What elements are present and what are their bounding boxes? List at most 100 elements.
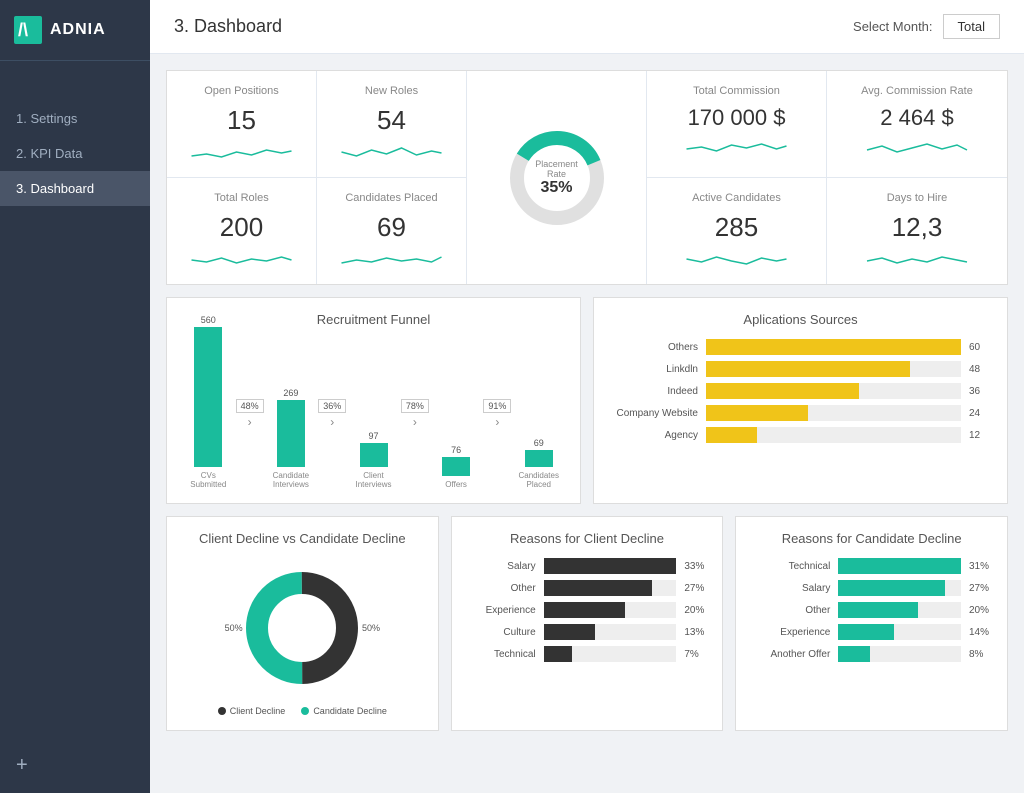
avg-commission-value: 2 464 $	[839, 105, 995, 131]
funnel-bar-offers: 76 Offers	[433, 445, 480, 489]
client-pct-label: 50%	[225, 623, 243, 633]
bottom-row: Client Decline vs Candidate Decline 50% …	[166, 516, 1008, 731]
candidate-decline-salary: Salary 27%	[750, 580, 993, 596]
logo-icon: /\	[14, 16, 42, 44]
candidate-decline-card: Reasons for Candidate Decline Technical …	[735, 516, 1008, 731]
open-positions-label: Open Positions	[179, 85, 304, 97]
placement-donut: Placement Rate 35%	[507, 128, 607, 228]
new-roles-value: 54	[329, 105, 454, 136]
new-roles-card: New Roles 54	[317, 71, 467, 178]
days-to-hire-sparkline	[839, 249, 995, 269]
total-roles-card: Total Roles 200	[167, 178, 317, 284]
page-title: 3. Dashboard	[174, 16, 282, 37]
decline-donut-svg	[242, 568, 362, 688]
svg-text:/\: /\	[18, 20, 28, 40]
funnel-bar-cvs: 560 CVs Submitted	[185, 315, 232, 489]
candidate-decline-experience: Experience 14%	[750, 624, 993, 640]
active-candidates-sparkline	[659, 249, 814, 269]
application-sources-title: Aplications Sources	[608, 312, 993, 327]
candidate-decline-title: Reasons for Candidate Decline	[750, 531, 993, 546]
avg-commission-sparkline	[839, 137, 995, 157]
recruitment-funnel-title: Recruitment Funnel	[181, 312, 566, 327]
candidate-decline-other: Other 20%	[750, 602, 993, 618]
placement-rate-card: Placement Rate 35%	[467, 71, 647, 284]
candidate-decline-bars: Technical 31% Salary 27% Other 20%	[750, 558, 993, 662]
application-sources-bars: Others 60 Linkdln 48 Indeed 36	[608, 339, 993, 443]
legend-candidate-dot	[301, 707, 309, 715]
new-roles-sparkline	[329, 142, 454, 162]
candidates-placed-card: Candidates Placed 69	[317, 178, 467, 284]
client-decline-experience: Experience 20%	[466, 602, 709, 618]
decline-donut-card: Client Decline vs Candidate Decline 50% …	[166, 516, 439, 731]
sidebar: /\ ADNIA 1. Settings 2. KPI Data 3. Dash…	[0, 0, 150, 793]
client-decline-technical: Technical 7%	[466, 646, 709, 662]
funnel-chart: 560 CVs Submitted 48% › 269 Candidate In…	[181, 339, 566, 489]
logo-text: ADNIA	[50, 21, 106, 39]
logo: /\ ADNIA	[0, 0, 150, 61]
legend-client-label: Client Decline	[230, 706, 286, 716]
candidates-placed-value: 69	[329, 212, 454, 243]
funnel-bar-placed: 69 Candidates Placed	[515, 438, 562, 489]
open-positions-value: 15	[179, 105, 304, 136]
open-positions-card: Open Positions 15	[167, 71, 317, 178]
sidebar-nav: 1. Settings 2. KPI Data 3. Dashboard	[0, 101, 150, 206]
source-row-agency: Agency 12	[608, 427, 993, 443]
funnel-arrow-4: 91% ›	[483, 399, 511, 429]
client-decline-culture: Culture 13%	[466, 624, 709, 640]
funnel-arrow-1: 48% ›	[236, 399, 264, 429]
legend-candidate-label: Candidate Decline	[313, 706, 387, 716]
main-content: 3. Dashboard Select Month: Total Open Po…	[150, 0, 1024, 793]
funnel-arrow-3: 78% ›	[401, 399, 429, 429]
candidate-pct-label: 50%	[362, 623, 380, 633]
client-decline-title: Reasons for Client Decline	[466, 531, 709, 546]
select-month-label: Select Month:	[853, 19, 933, 34]
candidate-decline-another-offer: Another Offer 8%	[750, 646, 993, 662]
total-commission-card: Total Commission 170 000 $	[647, 71, 827, 178]
funnel-bar-candidate-interviews: 269 Candidate Interviews	[268, 388, 315, 489]
sidebar-item-dashboard[interactable]: 3. Dashboard	[0, 171, 150, 206]
decline-legend: Client Decline Candidate Decline	[181, 706, 424, 716]
avg-commission-card: Avg. Commission Rate 2 464 $	[827, 71, 1007, 178]
total-roles-sparkline	[179, 249, 304, 269]
total-roles-value: 200	[179, 212, 304, 243]
source-row-company-website: Company Website 24	[608, 405, 993, 421]
total-commission-sparkline	[659, 137, 814, 157]
source-row-indeed: Indeed 36	[608, 383, 993, 399]
days-to-hire-card: Days to Hire 12,3	[827, 178, 1007, 284]
placement-donut-label: Placement Rate 35%	[532, 159, 582, 197]
recruitment-funnel-card: Recruitment Funnel 560 CVs Submitted 48%…	[166, 297, 581, 504]
decline-donut-container: 50% 50%	[181, 558, 424, 698]
decline-donut-title: Client Decline vs Candidate Decline	[181, 531, 424, 546]
client-decline-bars: Salary 33% Other 27% Experience 20%	[466, 558, 709, 662]
avg-commission-label: Avg. Commission Rate	[839, 85, 995, 97]
source-row-others: Others 60	[608, 339, 993, 355]
active-candidates-label: Active Candidates	[659, 192, 814, 204]
application-sources-card: Aplications Sources Others 60 Linkdln 48…	[593, 297, 1008, 504]
select-month-button[interactable]: Total	[943, 14, 1000, 39]
days-to-hire-value: 12,3	[839, 212, 995, 243]
new-roles-label: New Roles	[329, 85, 454, 97]
client-decline-card: Reasons for Client Decline Salary 33% Ot…	[451, 516, 724, 731]
sidebar-item-settings[interactable]: 1. Settings	[0, 101, 150, 136]
placement-rate-title: Placement Rate	[532, 159, 582, 179]
legend-client-dot	[218, 707, 226, 715]
active-candidates-card: Active Candidates 285	[647, 178, 827, 284]
total-commission-value: 170 000 $	[659, 105, 814, 131]
candidates-placed-label: Candidates Placed	[329, 192, 454, 204]
placement-rate-value: 35%	[540, 179, 572, 196]
client-decline-salary: Salary 33%	[466, 558, 709, 574]
candidate-decline-technical: Technical 31%	[750, 558, 993, 574]
charts-row: Recruitment Funnel 560 CVs Submitted 48%…	[166, 297, 1008, 504]
client-decline-other: Other 27%	[466, 580, 709, 596]
source-row-linkedin: Linkdln 48	[608, 361, 993, 377]
total-roles-label: Total Roles	[179, 192, 304, 204]
active-candidates-value: 285	[659, 212, 814, 243]
add-button[interactable]: +	[0, 738, 150, 793]
legend-candidate: Candidate Decline	[301, 706, 387, 716]
funnel-arrow-2: 36% ›	[318, 399, 346, 429]
total-commission-label: Total Commission	[659, 85, 814, 97]
sidebar-item-kpi[interactable]: 2. KPI Data	[0, 136, 150, 171]
open-positions-sparkline	[179, 142, 304, 162]
header: 3. Dashboard Select Month: Total	[150, 0, 1024, 54]
legend-client: Client Decline	[218, 706, 286, 716]
